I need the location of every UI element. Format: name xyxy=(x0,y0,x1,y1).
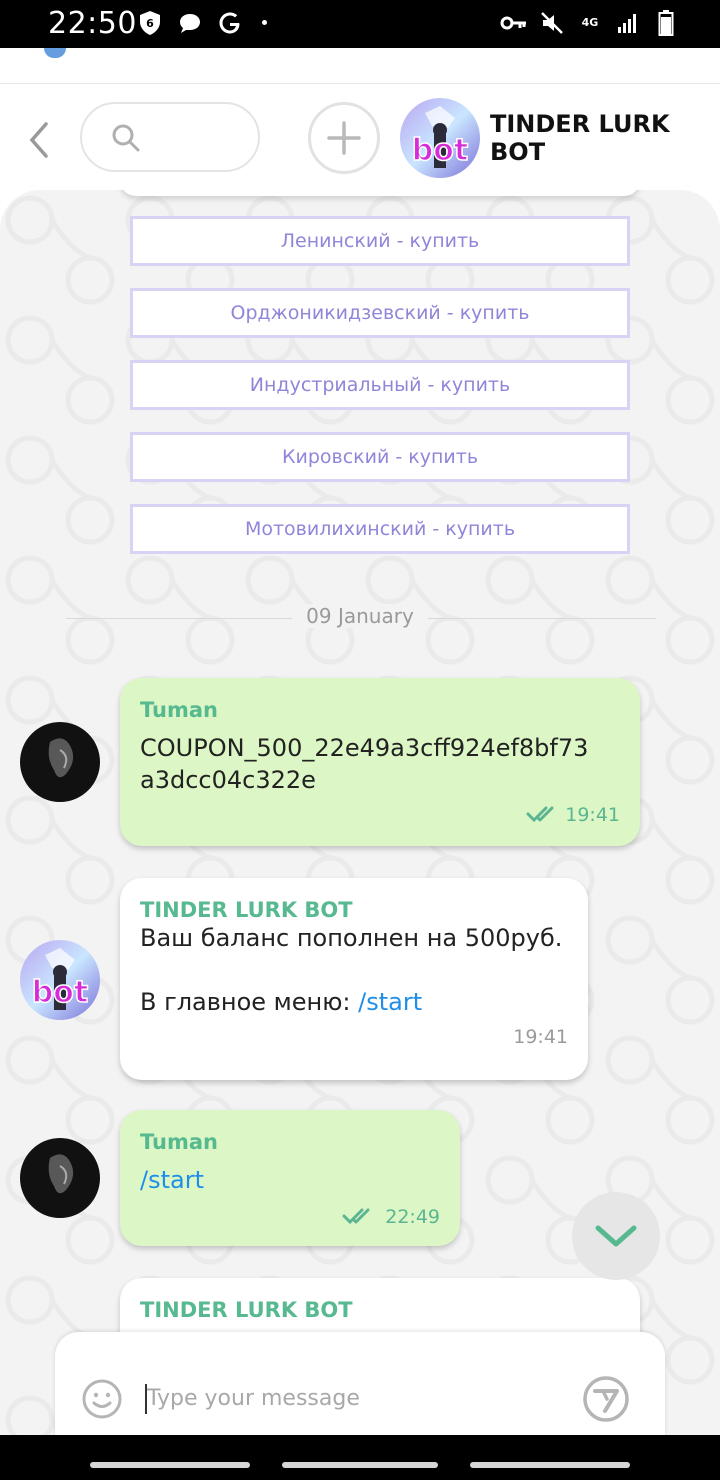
chevron-down-icon xyxy=(595,1225,637,1247)
previous-message-card xyxy=(120,190,640,196)
user-avatar-image xyxy=(20,1138,100,1218)
start-command-link[interactable]: /start xyxy=(140,1166,204,1194)
key-icon xyxy=(500,9,528,37)
message-input[interactable] xyxy=(147,1378,567,1418)
notification-dot xyxy=(262,20,267,25)
nav-recent-button[interactable] xyxy=(90,1462,250,1468)
keyboard-button-ordzhonikidzevsky[interactable]: Орджоникидзевский - купить xyxy=(130,288,630,338)
plus-icon xyxy=(327,121,361,155)
emoji-button[interactable] xyxy=(81,1378,123,1425)
search-button[interactable] xyxy=(80,102,260,172)
message-text: /start xyxy=(140,1164,204,1196)
avatar[interactable] xyxy=(20,1138,100,1218)
battery-icon xyxy=(652,9,680,37)
message-time: 19:41 xyxy=(565,804,620,826)
chat-area[interactable]: Ленинский - купить Орджоникидзевский - к… xyxy=(0,190,720,1435)
keyboard-button-kirovsky[interactable]: Кировский - купить xyxy=(130,432,630,482)
nav-home-button[interactable] xyxy=(282,1462,438,1468)
date-separator: 09 January xyxy=(0,604,720,628)
message-sender: Tuman xyxy=(140,698,218,722)
svg-text:bot: bot xyxy=(32,975,88,1010)
message-text-menu: В главное меню: /start xyxy=(140,988,423,1016)
message-bubble[interactable]: TINDER LURK BOT Ваш баланс пополнен на 5… xyxy=(120,878,588,1080)
scroll-to-bottom-button[interactable] xyxy=(572,1192,660,1280)
google-icon xyxy=(216,9,244,37)
status-icons-right: 4G xyxy=(500,9,680,37)
chat-title[interactable]: TINDER LURK BOT xyxy=(490,110,690,166)
chat-bubble-icon xyxy=(176,9,204,37)
mute-icon xyxy=(538,9,566,37)
message-sender: TINDER LURK BOT xyxy=(140,898,353,922)
signal-icon xyxy=(614,9,642,37)
nav-back-button[interactable] xyxy=(470,1462,630,1468)
shield-icon: 6 xyxy=(136,9,164,37)
status-bar: 22:50 6 4G xyxy=(0,0,720,48)
send-button[interactable] xyxy=(581,1374,631,1429)
back-button[interactable] xyxy=(26,120,54,160)
start-command-link[interactable]: /start xyxy=(358,988,422,1016)
status-time: 22:50 xyxy=(48,6,137,41)
message-time: 19:41 xyxy=(513,1026,568,1048)
message-composer xyxy=(55,1332,665,1452)
send-icon xyxy=(583,1376,629,1422)
message-sender: Tuman xyxy=(140,1130,218,1154)
message-sender: TINDER LURK BOT xyxy=(140,1298,353,1322)
message-bubble[interactable]: Tuman /start 22:49 xyxy=(120,1110,460,1246)
avatar[interactable] xyxy=(20,722,100,802)
keyboard-button-industrialny[interactable]: Индустриальный - купить xyxy=(130,360,630,410)
bot-avatar-image: bot xyxy=(400,98,480,178)
chat-header: bot TINDER LURK BOT xyxy=(0,84,720,190)
bot-avatar-image: bot xyxy=(20,940,100,1020)
app-logo xyxy=(44,48,66,58)
app-top-strip xyxy=(0,48,720,84)
message-text: Ваш баланс пополнен на 500руб. xyxy=(140,924,563,952)
svg-text:bot: bot xyxy=(412,133,468,168)
double-check-icon xyxy=(526,806,554,823)
chevron-left-icon xyxy=(29,122,48,158)
user-avatar-image xyxy=(20,722,100,802)
avatar[interactable]: bot xyxy=(20,940,100,1020)
keyboard-button-leninsky[interactable]: Ленинский - купить xyxy=(130,216,630,266)
svg-text:6: 6 xyxy=(146,17,154,30)
bot-avatar[interactable]: bot xyxy=(400,98,480,178)
message-bubble[interactable]: Tuman COUPON_500_22e49a3cff924ef8bf73 a3… xyxy=(120,678,640,846)
smiley-icon xyxy=(82,1379,122,1419)
message-time: 22:49 xyxy=(385,1206,440,1228)
message-text: COUPON_500_22e49a3cff924ef8bf73 a3dcc04c… xyxy=(140,734,589,794)
network-type-icon: 4G xyxy=(581,16,599,29)
add-button[interactable] xyxy=(308,102,380,174)
double-check-icon xyxy=(342,1208,370,1225)
status-icons-left: 6 xyxy=(136,9,244,37)
system-navigation-bar xyxy=(0,1435,720,1480)
keyboard-button-motovilikhinsky[interactable]: Мотовилихинский - купить xyxy=(130,504,630,554)
search-icon xyxy=(112,124,140,152)
